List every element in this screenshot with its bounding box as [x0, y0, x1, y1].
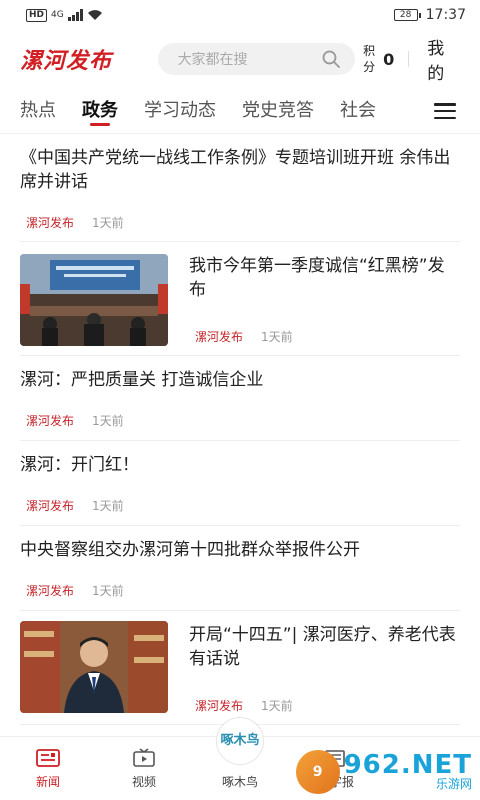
watermark-big: 962.NET	[343, 750, 472, 780]
portrait-image	[20, 621, 168, 713]
news-source: 漯河发布	[26, 584, 75, 598]
news-meta: 漯河发布 1天前	[20, 582, 124, 599]
news-source: 漯河发布	[195, 330, 244, 344]
bottom-nav: 新闻 视频 啄木鸟 啄木鸟 数字报 9 962.NET 乐游网	[0, 717, 480, 800]
app-header: 漯河发布 大家都在搜 积分 0 我的	[0, 30, 480, 88]
points-value: 0	[383, 49, 395, 69]
news-source: 漯河发布	[195, 699, 244, 713]
news-item[interactable]: 开局“十四五”| 漯河医疗、养老代表有话说 漯河发布 1天前	[20, 611, 460, 725]
news-meta: 漯河发布 1天前	[189, 328, 293, 345]
news-title: 漯河：严把质量关 打造诚信企业	[20, 370, 264, 390]
news-item[interactable]: 《中国共产党统一战线工作条例》专题培训班开班 余伟出席并讲话 漯河发布 1天前	[20, 134, 460, 242]
woodpecker-logo-text: 啄木鸟	[220, 733, 260, 748]
channel-menu-button[interactable]	[408, 88, 480, 133]
watermark-text: 962.NET 乐游网	[343, 750, 472, 791]
search-bar[interactable]: 大家都在搜	[157, 43, 356, 75]
conference-image	[20, 254, 168, 346]
points-label: 积分	[363, 44, 376, 74]
search-placeholder: 大家都在搜	[177, 52, 248, 68]
status-bar: HD 4G 28 17:37	[0, 0, 480, 30]
news-item[interactable]: 中央督察组交办漯河第十四批群众举报件公开 漯河发布 1天前	[20, 526, 460, 611]
nav-news[interactable]: 新闻	[0, 737, 96, 800]
news-item[interactable]: 漯河：开门红！ 漯河发布 1天前	[20, 441, 460, 526]
news-meta: 漯河发布 1天前	[189, 697, 293, 714]
watermark-small: 乐游网	[435, 777, 472, 791]
news-title: 开局“十四五”| 漯河医疗、养老代表有话说	[189, 625, 456, 669]
woodpecker-logo: 啄木鸟	[216, 717, 264, 765]
header-divider	[408, 51, 410, 67]
news-text: 开局“十四五”| 漯河医疗、养老代表有话说	[189, 623, 460, 671]
mine-button[interactable]: 我的	[427, 34, 460, 84]
tab-party-quiz[interactable]: 党史竞答	[242, 88, 314, 133]
tab-government[interactable]: 政务	[82, 88, 118, 133]
news-feed: 《中国共产党统一战线工作条例》专题培训班开班 余伟出席并讲话 漯河发布 1天前	[0, 134, 480, 725]
news-time: 1天前	[261, 330, 293, 344]
news-thumbnail	[20, 621, 168, 713]
channel-tabs: 热点 政务 学习动态 党史竞答 社会	[0, 88, 480, 134]
news-item[interactable]: 漯河：严把质量关 打造诚信企业 漯河发布 1天前	[20, 356, 460, 441]
news-title: 中央督察组交办漯河第十四批群众举报件公开	[20, 540, 360, 560]
news-title: 漯河：开门红！	[20, 455, 139, 475]
news-text: 我市今年第一季度诚信“红黑榜”发布	[189, 254, 460, 302]
nav-video[interactable]: 视频	[96, 737, 192, 800]
clock: 17:37	[425, 7, 466, 23]
network-type: 4G	[51, 10, 64, 20]
nav-news-label: 新闻	[35, 775, 60, 789]
status-right: 28 17:37	[393, 7, 466, 23]
news-icon	[36, 749, 60, 767]
news-meta: 漯河发布 1天前	[20, 497, 124, 514]
tab-hot[interactable]: 热点	[20, 88, 56, 133]
signal-icon	[67, 9, 83, 21]
status-left: HD 4G	[26, 8, 103, 22]
news-meta: 漯河发布 1天前	[20, 214, 124, 231]
nav-woodpecker[interactable]: 啄木鸟 啄木鸟	[192, 717, 288, 800]
hd-indicator: HD	[26, 8, 48, 22]
news-time: 1天前	[261, 699, 293, 713]
battery-icon: 28	[393, 9, 421, 21]
nav-woodpecker-label: 啄木鸟	[221, 775, 258, 789]
news-item[interactable]: 我市今年第一季度诚信“红黑榜”发布 漯河发布 1天前	[20, 242, 460, 356]
tv-icon	[133, 748, 155, 767]
news-time: 1天前	[92, 414, 124, 428]
news-meta: 漯河发布 1天前	[20, 412, 124, 429]
news-time: 1天前	[92, 216, 124, 230]
nav-video-label: 视频	[131, 775, 156, 789]
news-title: 《中国共产党统一战线工作条例》专题培训班开班 余伟出席并讲话	[20, 148, 451, 192]
watermark-logo: 9	[295, 750, 340, 794]
site-watermark: 9 962.NET 乐游网	[295, 750, 472, 794]
tab-society[interactable]: 社会	[340, 88, 376, 133]
news-source: 漯河发布	[26, 414, 75, 428]
news-source: 漯河发布	[26, 499, 75, 513]
wifi-icon	[87, 10, 102, 20]
points-display[interactable]: 积分 0	[363, 43, 394, 75]
tab-study[interactable]: 学习动态	[144, 88, 216, 133]
news-source: 漯河发布	[26, 216, 75, 230]
search-icon[interactable]	[321, 49, 341, 69]
news-title: 我市今年第一季度诚信“红黑榜”发布	[189, 256, 445, 300]
news-time: 1天前	[92, 584, 124, 598]
news-thumbnail	[20, 254, 168, 346]
menu-icon	[434, 103, 456, 119]
app-logo[interactable]: 漯河发布	[20, 43, 134, 75]
news-time: 1天前	[92, 499, 124, 513]
